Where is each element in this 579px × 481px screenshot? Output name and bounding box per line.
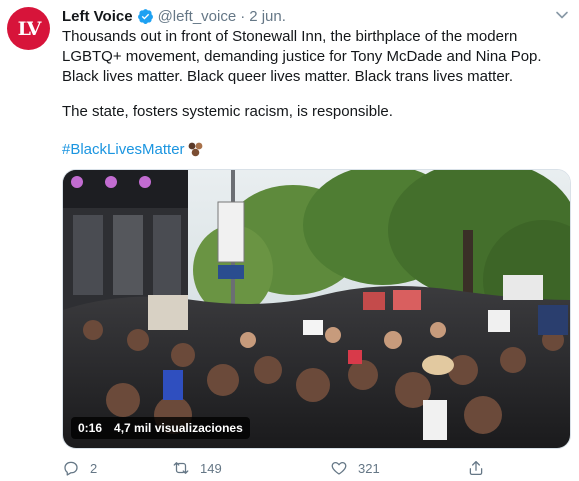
raised-fists-emoji-icon <box>188 142 202 157</box>
tweet-text-paragraph: The state, fosters systemic racism, is r… <box>62 103 393 120</box>
like-button[interactable]: 321 <box>330 458 380 478</box>
tweet-text-line: LGBTQ+ movement, demanding justice for T… <box>62 48 542 65</box>
author-handle[interactable]: @left_voice <box>158 8 237 25</box>
avatar[interactable]: LV <box>7 7 50 50</box>
reply-count: 2 <box>90 460 98 476</box>
share-icon <box>469 460 483 476</box>
tweet-header: Left Voice @left_voice · 2 jun. <box>62 5 286 27</box>
retweet-icon <box>173 462 189 474</box>
tweet-actions: 2 149 321 <box>62 458 502 478</box>
separator-dot: · <box>240 7 246 25</box>
tweet-text-line: Black lives matter. Black queer lives ma… <box>62 68 513 85</box>
verified-badge-icon <box>137 8 153 24</box>
tweet-date[interactable]: 2 jun. <box>249 8 286 25</box>
video-duration: 0:16 <box>78 421 103 435</box>
tweet-text-line: Thousands out in front of Stonewall Inn,… <box>62 28 518 45</box>
hashtag-row: #BlackLivesMatter <box>62 140 205 160</box>
video-player[interactable]: 0:16 4,7 mil visualizaciones <box>62 169 571 449</box>
chevron-down-icon[interactable] <box>555 8 569 22</box>
share-button[interactable] <box>467 458 485 478</box>
reply-icon <box>64 461 78 476</box>
author-name[interactable]: Left Voice <box>62 8 133 25</box>
retweet-button[interactable]: 149 <box>172 458 222 478</box>
tweet-body: Thousands out in front of Stonewall Inn,… <box>62 27 562 87</box>
reply-button[interactable]: 2 <box>62 458 97 478</box>
video-thumbnail <box>63 170 570 448</box>
avatar-logo-text: LV <box>17 17 42 40</box>
heart-icon <box>331 461 347 475</box>
video-info-badge: 0:16 4,7 mil visualizaciones <box>71 417 250 439</box>
video-view-count: 4,7 mil visualizaciones <box>114 421 243 435</box>
like-count: 321 <box>358 460 380 476</box>
hashtag-link[interactable]: #BlackLivesMatter <box>62 140 185 160</box>
retweet-count: 149 <box>200 460 222 476</box>
